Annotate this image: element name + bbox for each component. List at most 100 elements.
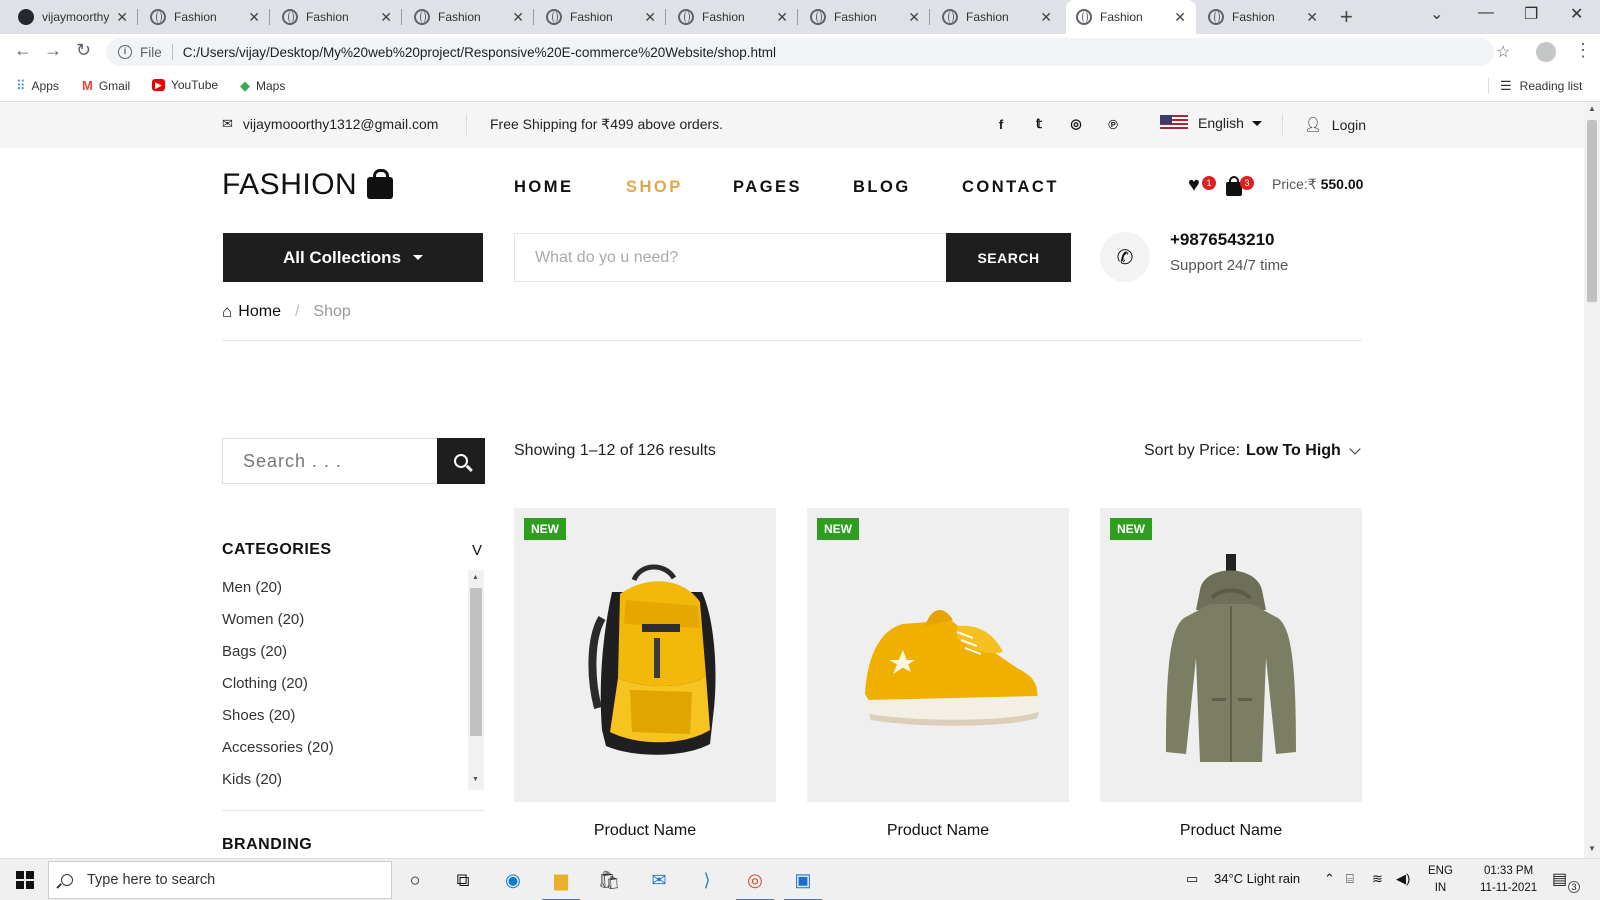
facebook-icon[interactable]: f xyxy=(992,115,1010,133)
scroll-down-icon[interactable]: ▼ xyxy=(1588,844,1596,853)
forward-icon[interactable]: → xyxy=(44,40,62,61)
product-card[interactable]: NEW Product Name xyxy=(514,508,776,840)
close-window-icon[interactable]: ✕ xyxy=(1570,4,1583,24)
file-explorer-icon[interactable]: ▆ xyxy=(542,867,580,900)
reading-list-button[interactable]: ☰ Reading list xyxy=(1500,78,1582,94)
new-tab-icon[interactable]: + xyxy=(1340,4,1353,30)
store-icon[interactable]: 🛍︎ xyxy=(596,867,622,893)
reload-icon[interactable]: ↻ xyxy=(76,40,91,61)
nav-shop[interactable]: SHOP xyxy=(626,178,683,197)
product-name[interactable]: Product Name xyxy=(807,822,1069,840)
browser-tab[interactable]: Fashion ✕ xyxy=(404,0,534,34)
category-item[interactable]: Accessories (20) xyxy=(222,732,468,764)
category-item[interactable]: Kids (20) xyxy=(222,764,468,796)
browser-tab[interactable]: Fashion ✕ xyxy=(800,0,930,34)
photos-icon[interactable]: ▣ xyxy=(784,867,822,900)
twitter-icon[interactable]: 𝕥 xyxy=(1030,115,1048,133)
nav-pages[interactable]: PAGES xyxy=(733,178,802,197)
all-collections-button[interactable]: All Collections xyxy=(223,233,483,282)
product-card[interactable]: NEW Product Name xyxy=(807,508,1069,840)
site-logo[interactable]: FASHION xyxy=(222,168,394,202)
categories-toggle[interactable]: V xyxy=(472,542,482,559)
back-icon[interactable]: ← xyxy=(14,40,32,61)
vscode-icon[interactable]: ⟩ xyxy=(694,867,720,893)
wishlist-button[interactable]: ♥ 1 xyxy=(1188,174,1216,197)
weather-icon[interactable]: ▭ xyxy=(1186,871,1198,887)
close-icon[interactable]: ✕ xyxy=(248,9,260,26)
product-image[interactable]: NEW xyxy=(514,508,776,802)
browser-tab[interactable]: Fashion ✕ xyxy=(1198,0,1328,34)
category-item[interactable]: Clothing (20) xyxy=(222,668,468,700)
browser-tab-active[interactable]: Fashion ✕ xyxy=(1066,0,1196,34)
info-icon[interactable]: i xyxy=(118,45,132,59)
restore-icon[interactable]: ❐ xyxy=(1524,4,1538,24)
scroll-up-icon[interactable]: ▲ xyxy=(472,574,479,581)
device-icon[interactable]: ⌸ xyxy=(1346,871,1354,887)
edge-icon[interactable]: ◉ xyxy=(500,867,526,893)
weather-text[interactable]: 34°C Light rain xyxy=(1214,871,1300,886)
sidebar-search-button[interactable] xyxy=(437,438,485,484)
bookmark-gmail[interactable]: M Gmail xyxy=(82,78,130,93)
close-icon[interactable]: ✕ xyxy=(380,9,392,26)
pinterest-icon[interactable]: ℗ xyxy=(1104,115,1122,133)
chevron-up-icon[interactable]: ⌃ xyxy=(1324,871,1335,887)
product-image[interactable]: NEW xyxy=(1100,508,1362,802)
menu-kebab-icon[interactable]: ⋮ xyxy=(1574,40,1592,61)
bookmark-youtube[interactable]: ▶ YouTube xyxy=(152,78,218,92)
nav-home[interactable]: HOME xyxy=(514,178,574,197)
sort-select[interactable]: Sort by Price: Low To High xyxy=(1144,442,1361,460)
sidebar-search-input[interactable] xyxy=(223,439,435,483)
mail-icon[interactable]: ✉ xyxy=(646,867,672,893)
category-item[interactable]: Women (20) xyxy=(222,604,468,636)
login-link[interactable]: 👤︎ Login xyxy=(1304,116,1366,133)
page-scrollbar[interactable]: ▲ ▼ xyxy=(1584,102,1600,858)
nav-blog[interactable]: BLOG xyxy=(853,178,911,197)
taskbar-search[interactable]: Type here to search xyxy=(48,861,392,899)
volume-icon[interactable]: ◀) xyxy=(1396,871,1410,887)
bookmark-apps[interactable]: ⠿ Apps xyxy=(16,78,59,94)
category-scrollbar[interactable]: ▲ ▼ xyxy=(468,570,484,790)
close-icon[interactable]: ✕ xyxy=(1306,9,1318,26)
close-icon[interactable]: ✕ xyxy=(908,9,920,26)
chrome-icon[interactable]: ◎ xyxy=(736,867,774,900)
task-view-icon[interactable]: ⧉ xyxy=(450,867,476,893)
language-select[interactable]: English xyxy=(1160,115,1262,131)
browser-tab[interactable]: Fashion ✕ xyxy=(272,0,402,34)
browser-tab[interactable]: vijaymoorthy ✕ xyxy=(8,0,138,34)
bookmark-star-icon[interactable]: ☆ xyxy=(1496,42,1510,62)
browser-tab[interactable]: Fashion ✕ xyxy=(932,0,1062,34)
wifi-icon[interactable]: ≋ xyxy=(1372,871,1383,887)
scroll-up-icon[interactable]: ▲ xyxy=(1588,104,1596,113)
category-item[interactable]: Men (20) xyxy=(222,572,468,604)
product-name[interactable]: Product Name xyxy=(1100,822,1362,840)
product-image[interactable]: NEW xyxy=(807,508,1069,802)
category-item[interactable]: Bags (20) xyxy=(222,636,468,668)
nav-contact[interactable]: CONTACT xyxy=(962,178,1059,197)
breadcrumb-home[interactable]: Home xyxy=(238,303,281,321)
cortana-icon[interactable]: ○ xyxy=(402,867,428,893)
close-icon[interactable]: ✕ xyxy=(644,9,656,26)
browser-tab[interactable]: Fashion ✕ xyxy=(536,0,666,34)
search-input[interactable] xyxy=(515,234,945,281)
url-field[interactable]: i File C:/Users/vijay/Desktop/My%20web%2… xyxy=(106,38,1494,66)
bookmark-maps[interactable]: ◆ Maps xyxy=(240,78,285,94)
scroll-down-icon[interactable]: ▼ xyxy=(472,776,479,783)
language-indicator[interactable]: ENG IN xyxy=(1428,863,1453,897)
search-button[interactable]: SEARCH xyxy=(946,233,1071,282)
notifications-icon[interactable]: ▤ xyxy=(1552,869,1567,889)
minimize-icon[interactable]: — xyxy=(1478,4,1494,22)
close-icon[interactable]: ✕ xyxy=(776,9,788,26)
profile-avatar[interactable] xyxy=(1536,42,1556,62)
category-item[interactable]: Shoes (20) xyxy=(222,700,468,732)
product-card[interactable]: NEW Product Name xyxy=(1100,508,1362,840)
browser-tab[interactable]: Fashion ✕ xyxy=(668,0,798,34)
close-icon[interactable]: ✕ xyxy=(1040,9,1052,26)
clock[interactable]: 01:33 PM 11-11-2021 xyxy=(1480,863,1537,897)
cart-button[interactable]: 3 xyxy=(1226,176,1254,196)
close-icon[interactable]: ✕ xyxy=(116,9,128,26)
close-icon[interactable]: ✕ xyxy=(1174,9,1186,26)
product-name[interactable]: Product Name xyxy=(514,822,776,840)
windows-start-icon[interactable] xyxy=(16,871,34,889)
browser-tab[interactable]: Fashion ✕ xyxy=(140,0,270,34)
close-icon[interactable]: ✕ xyxy=(512,9,524,26)
